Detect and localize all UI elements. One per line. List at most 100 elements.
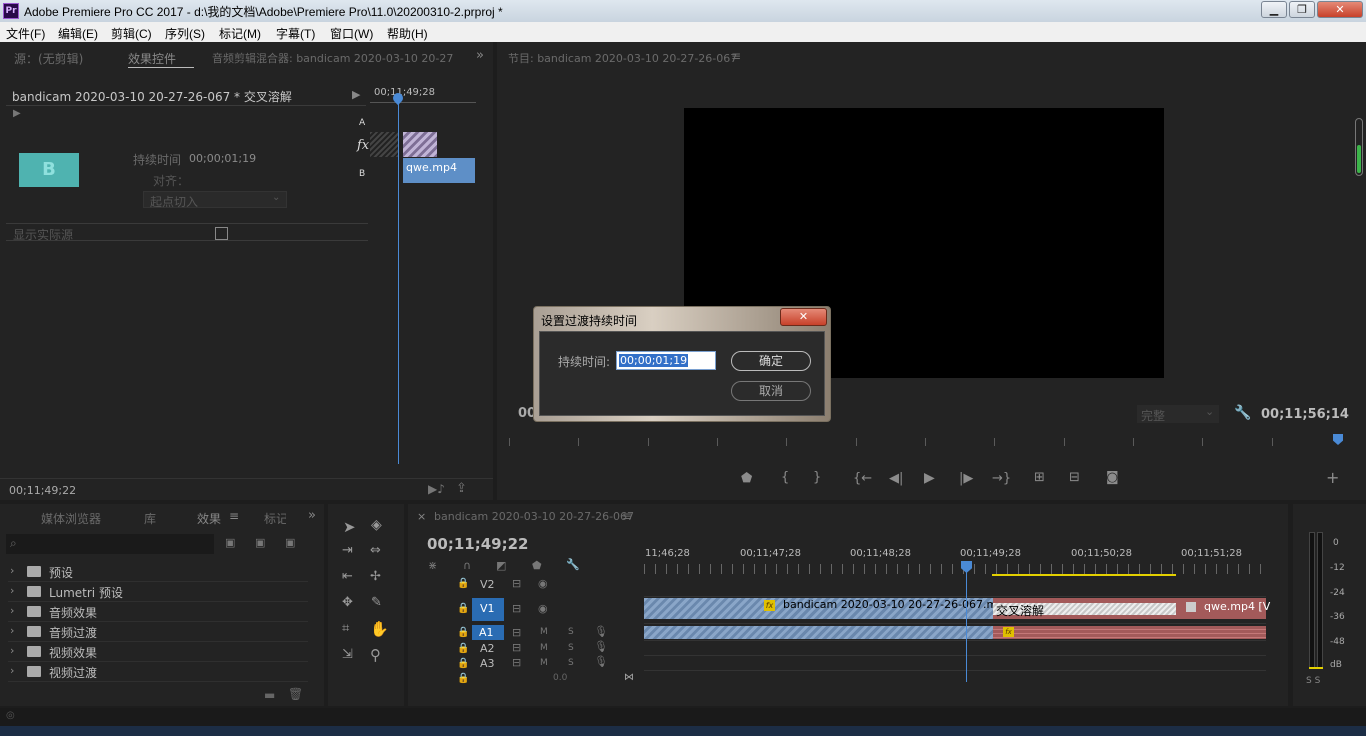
mute-button[interactable]: M <box>540 627 548 637</box>
list-item[interactable]: › 视频过渡 <box>8 662 308 682</box>
panel-overflow-icon[interactable]: » <box>308 508 316 523</box>
duration-value[interactable]: 00;00;01;19 <box>189 152 256 165</box>
solo-button[interactable]: S <box>568 658 574 668</box>
duration-input[interactable]: 00;00;01;19 <box>616 351 716 370</box>
effects-search-input[interactable]: ⌕ <box>6 534 214 554</box>
selection-tool-icon[interactable]: ➤ <box>343 518 356 536</box>
mark-out-icon[interactable]: } <box>813 470 821 485</box>
program-scrub-ruler[interactable] <box>509 438 1341 448</box>
add-marker-icon[interactable]: ⬟ <box>532 559 542 572</box>
panel-menu-icon[interactable]: ≡ <box>229 509 239 523</box>
wrench-icon[interactable]: 🔧 <box>1234 405 1251 421</box>
add-marker-icon[interactable]: ⬟ <box>741 471 752 486</box>
solo-button[interactable]: S <box>568 643 574 653</box>
microphone-icon[interactable]: 🎙 <box>594 655 608 668</box>
tab-source[interactable]: 源：(无剪辑) <box>14 50 83 67</box>
track-a2-label[interactable]: A2 <box>480 642 495 655</box>
sync-icon[interactable]: ⊟ <box>512 577 521 590</box>
step-forward-icon[interactable]: |▶ <box>959 471 973 486</box>
transition-clip[interactable]: 交叉溶解 <box>993 598 1176 619</box>
tab-media-browser[interactable]: 媒体浏览器 <box>41 510 101 527</box>
menu-clip[interactable]: 剪辑(C) <box>111 25 152 42</box>
zoom-out-tool-icon[interactable]: ⇲ <box>342 647 353 662</box>
camera-icon[interactable]: ◙ <box>1106 470 1119 485</box>
menu-help[interactable]: 帮助(H) <box>387 25 428 42</box>
menu-edit[interactable]: 编辑(E) <box>58 25 98 42</box>
slip-tool-icon[interactable]: ✢ <box>370 569 381 584</box>
menu-marker[interactable]: 标记(M) <box>219 25 261 42</box>
show-actual-source-checkbox[interactable] <box>215 227 228 240</box>
track-v2-label[interactable]: V2 <box>480 578 495 591</box>
go-to-out-icon[interactable]: →} <box>992 471 1011 486</box>
ripple-edit-tool-icon[interactable]: ⇥ <box>342 543 353 558</box>
menu-file[interactable]: 文件(F) <box>6 25 45 42</box>
zoom-tool-icon[interactable]: ⚲ <box>370 646 381 664</box>
add-button-icon[interactable]: + <box>1326 468 1339 487</box>
lock-icon[interactable]: 🔒 <box>457 603 469 614</box>
effect-controls-timecode[interactable]: 00;11;49;22 <box>9 484 76 497</box>
list-item[interactable]: › 预设 <box>8 562 308 582</box>
list-item[interactable]: › 音频过渡 <box>8 622 308 642</box>
tab-effect-controls[interactable]: 效果控件 <box>128 50 176 67</box>
program-timecode[interactable]: 00;11;56;14 <box>1261 407 1349 422</box>
razor-tool-icon[interactable]: ✥ <box>342 595 353 610</box>
lock-icon[interactable]: 🔒 <box>457 673 469 684</box>
master-volume-value[interactable]: 0.0 <box>553 673 567 683</box>
trash-icon[interactable]: 🗑 <box>288 687 303 701</box>
yuv-effects-icon[interactable]: ▣ <box>285 536 295 549</box>
export-icon[interactable]: ⇪ <box>456 481 467 496</box>
track-v1-target[interactable]: V1 <box>472 598 504 621</box>
vertical-scrollbar[interactable] <box>1355 118 1363 176</box>
mute-button[interactable]: M <box>540 658 548 668</box>
video-clip[interactable]: fx bandicam 2020-03-10 20-27-26-067.mp4 <box>644 598 1011 619</box>
scrollbar-thumb[interactable] <box>1357 145 1361 173</box>
close-tab-icon[interactable]: × <box>417 510 426 523</box>
filter-icon[interactable]: ▶♪ <box>428 482 445 496</box>
microphone-icon[interactable]: 🎙 <box>594 625 608 638</box>
audio-clip[interactable] <box>644 626 993 639</box>
meter-solo-buttons[interactable]: S S <box>1306 676 1320 686</box>
menu-title[interactable]: 字幕(T) <box>276 25 315 42</box>
microphone-icon[interactable]: 🎙 <box>594 640 608 653</box>
maximize-button[interactable]: ❐ <box>1289 1 1315 18</box>
tab-markers[interactable]: 标记 <box>264 510 286 527</box>
step-back-icon[interactable]: ◀| <box>889 471 903 486</box>
preview-play-icon[interactable]: ▶ <box>13 108 21 119</box>
cancel-button[interactable]: 取消 <box>731 381 811 401</box>
fit-dropdown[interactable]: 完整 ⌄ <box>1137 405 1219 423</box>
list-item[interactable]: › 音频效果 <box>8 602 308 622</box>
eye-icon[interactable]: ◉ <box>538 577 548 590</box>
panel-menu-icon[interactable]: ≡ <box>622 509 632 523</box>
mark-in-icon[interactable]: { <box>781 470 789 485</box>
lift-icon[interactable]: ⊞ <box>1034 470 1045 485</box>
clip-a-fragment[interactable] <box>370 132 398 157</box>
sync-icon[interactable]: ⊟ <box>512 656 521 669</box>
hand-tool-icon[interactable]: ✋ <box>370 620 389 638</box>
menu-window[interactable]: 窗口(W) <box>330 25 373 42</box>
pen-tool-icon[interactable]: ✎ <box>371 595 382 610</box>
tab-audio-clip-mixer[interactable]: 音频剪辑混合器: bandicam 2020-03-10 20-27 <box>212 50 454 66</box>
rolling-edit-tool-icon[interactable]: ⇔ <box>370 543 381 558</box>
video-clip[interactable]: qwe.mp4 [V <box>1176 598 1270 619</box>
play-transition-icon[interactable]: ▶ <box>352 88 360 101</box>
32bit-effects-icon[interactable]: ▣ <box>255 536 265 549</box>
magnet-icon[interactable]: ∩ <box>463 559 471 572</box>
go-to-in-icon[interactable]: {← <box>853 471 872 486</box>
minimize-button[interactable]: ▁ <box>1261 1 1287 18</box>
track-select-tool-icon[interactable]: ◈ <box>371 517 382 533</box>
dialog-close-button[interactable]: ✕ <box>780 308 827 326</box>
audio-clip[interactable]: fx <box>993 626 1266 639</box>
timeline-ruler[interactable] <box>644 564 1266 574</box>
align-dropdown[interactable]: 起点切入 ⌄ <box>143 191 287 209</box>
timeline-timecode[interactable]: 00;11;49;22 <box>427 535 529 553</box>
play-icon[interactable]: ▶ <box>924 470 935 486</box>
slide-tool-icon[interactable]: ⌗ <box>342 621 349 636</box>
lock-icon[interactable]: 🔒 <box>457 627 469 638</box>
track-a1-target[interactable]: A1 <box>472 625 504 640</box>
solo-button[interactable]: S <box>568 627 574 637</box>
sync-icon[interactable]: ⊟ <box>512 626 521 639</box>
tab-libraries[interactable]: 库 <box>144 510 156 527</box>
mute-button[interactable]: M <box>540 643 548 653</box>
list-item[interactable]: › Lumetri 预设 <box>8 582 308 602</box>
ok-button[interactable]: 确定 <box>731 351 811 371</box>
